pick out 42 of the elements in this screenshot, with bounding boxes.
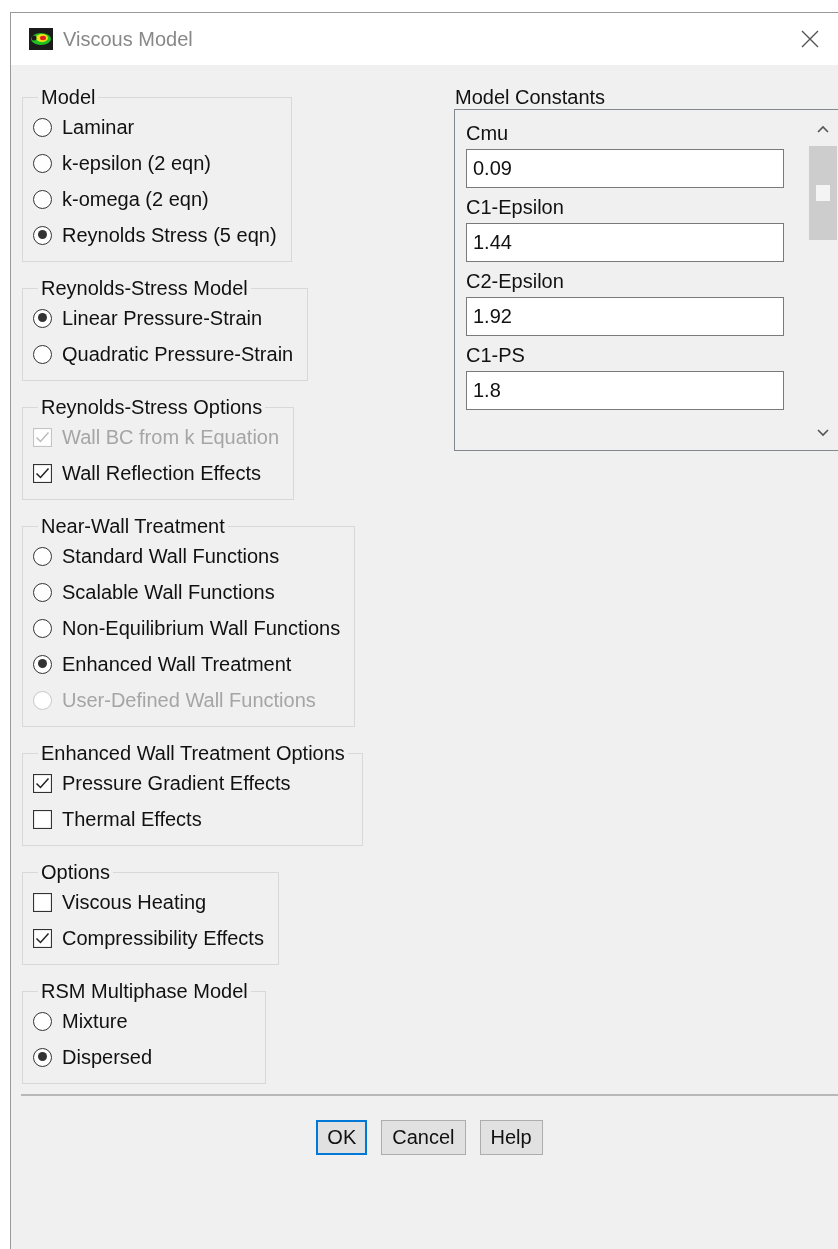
field-label: C2-Epsilon [466,269,565,294]
radio-option[interactable]: k-omega (2 eqn) [33,181,277,217]
radio-option[interactable]: k-epsilon (2 eqn) [33,145,277,181]
radio-option[interactable]: Standard Wall Functions [33,538,341,574]
close-icon[interactable] [800,29,820,49]
field-label: Cmu [466,121,510,146]
group-title: Enhanced Wall Treatment Options [40,741,346,765]
radio-option[interactable]: Quadratic Pressure-Strain [33,336,294,372]
window-title: Viscous Model [63,27,194,51]
dialog-button[interactable]: Cancel [381,1120,466,1155]
dialog-button[interactable]: Help [479,1120,543,1155]
group-title: Reynolds-Stress Options [40,395,264,419]
radio-option[interactable]: Laminar [33,109,277,145]
app-icon [29,28,53,50]
group-title: Reynolds-Stress Model [40,276,249,300]
input-field[interactable]: 1.8 [466,371,784,410]
group-title: Model [40,85,97,109]
scroll-up-icon[interactable] [816,124,830,134]
section-title: Model Constants [455,85,607,109]
radio-option[interactable]: Reynolds Stress (5 eqn) [33,217,277,253]
checkbox-option[interactable]: Thermal Effects [33,801,348,837]
input-field[interactable]: 1.44 [466,223,784,262]
checkbox-option[interactable]: Compressibility Effects [33,920,264,956]
scrollbar-thumb[interactable] [809,146,837,240]
group-title: Near-Wall Treatment [40,514,226,538]
dialog-button[interactable]: OK [316,1120,368,1155]
checkbox-option[interactable]: Viscous Heating [33,884,264,920]
radio-option[interactable]: Dispersed [33,1039,251,1075]
input-field[interactable]: 0.09 [466,149,784,188]
group-title: RSM Multiphase Model [40,979,249,1003]
radio-option[interactable]: Scalable Wall Functions [33,574,341,610]
radio-option[interactable]: Non-Equilibrium Wall Functions [33,610,341,646]
group-title: Options [40,860,111,884]
field-label: C1-Epsilon [466,195,565,220]
radio-option[interactable]: Linear Pressure-Strain [33,300,294,336]
radio-option[interactable]: Enhanced Wall Treatment [33,646,341,682]
radio-option[interactable]: Mixture [33,1003,251,1039]
checkbox-option[interactable]: Wall Reflection Effects [33,455,280,491]
checkbox-option[interactable]: Pressure Gradient Effects [33,765,348,801]
input-field[interactable]: 1.92 [466,297,784,336]
scroll-down-icon[interactable] [816,428,830,438]
field-label: C1-PS [466,343,526,368]
